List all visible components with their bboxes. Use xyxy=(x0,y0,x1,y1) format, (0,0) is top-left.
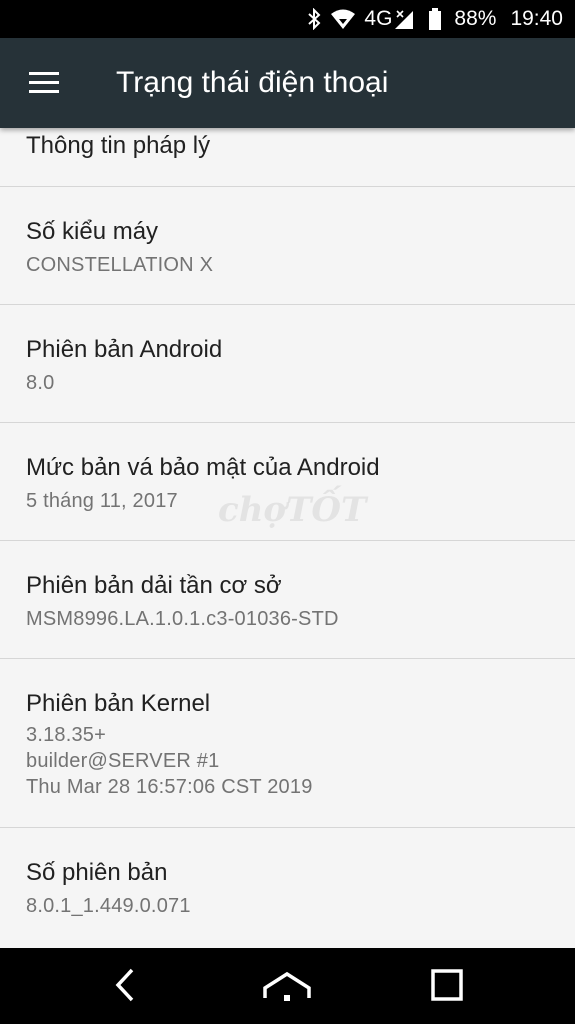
list-item-build-number[interactable]: Số phiên bản 8.0.1_1.449.0.071 xyxy=(0,828,575,946)
item-value: 3.18.35+ builder@SERVER #1 Thu Mar 28 16… xyxy=(26,724,313,798)
back-icon[interactable] xyxy=(100,962,150,1008)
item-title: Thông tin pháp lý xyxy=(26,132,211,159)
item-title: Phiên bản Android xyxy=(26,336,223,363)
item-value: 8.0.1_1.449.0.071 xyxy=(26,895,191,917)
item-value: MSM8996.LA.1.0.1.c3-01036-STD xyxy=(26,608,339,630)
item-title: Số phiên bản xyxy=(26,859,168,886)
status-icons: 4G 88% 19:40 xyxy=(306,0,563,38)
page-title: Trạng thái điện thoại xyxy=(116,66,389,99)
clock: 19:40 xyxy=(510,7,563,30)
item-value: CONSTELLATION X xyxy=(26,254,214,276)
menu-icon[interactable] xyxy=(29,72,59,94)
wifi-icon xyxy=(330,8,356,30)
item-title: Số kiểu máy xyxy=(26,218,159,245)
navigation-bar xyxy=(0,948,575,1024)
settings-list[interactable]: Thông tin pháp lý Số kiểu máy CONSTELLAT… xyxy=(0,128,575,948)
item-value: 8.0 xyxy=(26,372,55,394)
item-value: 5 tháng 11, 2017 xyxy=(26,490,178,512)
cellular-signal-icon xyxy=(394,8,414,30)
bluetooth-icon xyxy=(306,8,322,30)
list-item-baseband-version[interactable]: Phiên bản dải tần cơ sở MSM8996.LA.1.0.1… xyxy=(0,541,575,659)
home-icon[interactable] xyxy=(262,962,312,1008)
item-title: Phiên bản Kernel xyxy=(26,690,211,717)
network-type: 4G xyxy=(364,7,393,30)
status-bar: 4G 88% 19:40 xyxy=(0,0,575,38)
battery-icon xyxy=(428,7,442,31)
app-toolbar: Trạng thái điện thoại xyxy=(0,38,575,128)
recents-icon[interactable] xyxy=(422,962,472,1008)
list-item-kernel-version[interactable]: Phiên bản Kernel 3.18.35+ builder@SERVER… xyxy=(0,659,575,828)
list-item-android-version[interactable]: Phiên bản Android 8.0 xyxy=(0,305,575,423)
battery-percent: 88% xyxy=(454,7,497,30)
list-item-legal-info[interactable]: Thông tin pháp lý xyxy=(0,128,575,187)
list-item-model-number[interactable]: Số kiểu máy CONSTELLATION X xyxy=(0,187,575,305)
item-title: Mức bản vá bảo mật của Android xyxy=(26,454,380,481)
item-title: Phiên bản dải tần cơ sở xyxy=(26,572,282,599)
list-item-security-patch[interactable]: Mức bản vá bảo mật của Android 5 tháng 1… xyxy=(0,423,575,541)
